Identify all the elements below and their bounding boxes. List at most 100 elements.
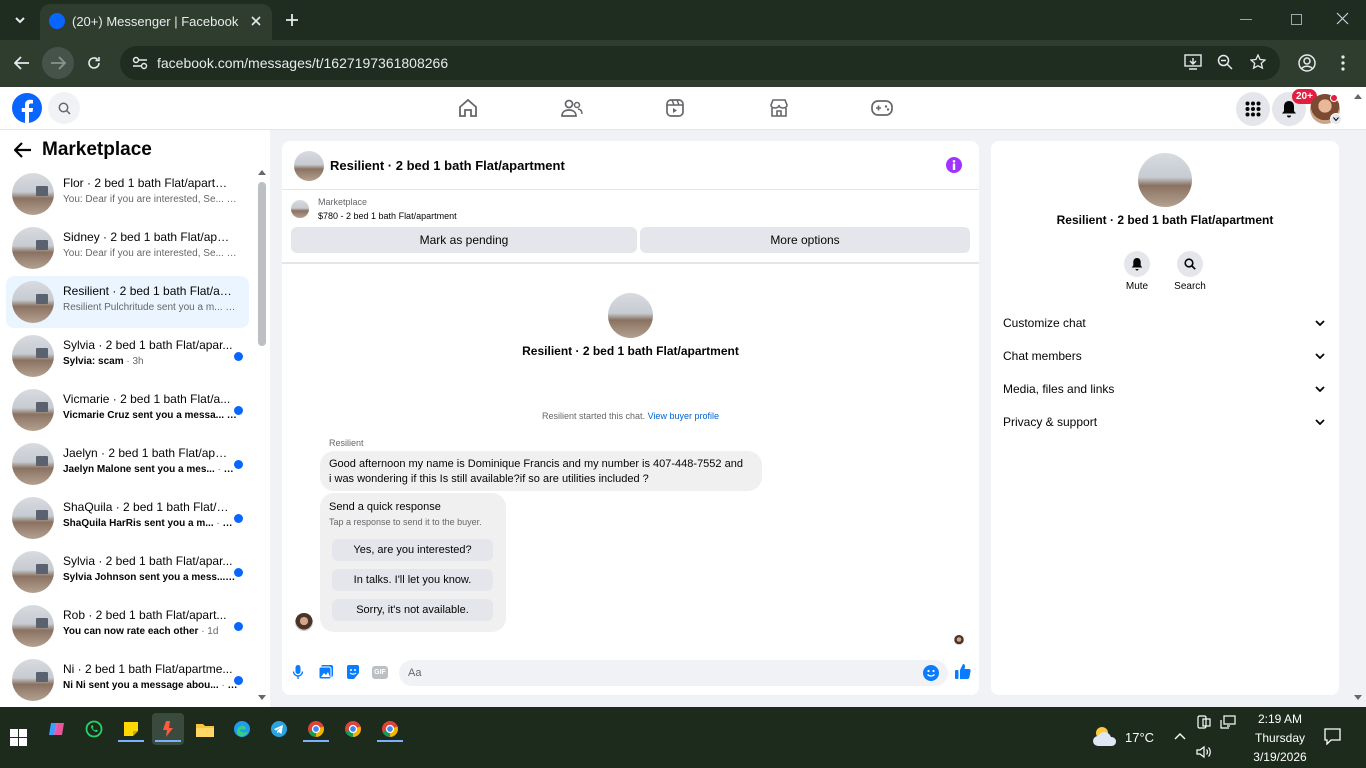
- listing-label: Marketplace: [318, 197, 368, 207]
- quick-response-subtitle: Tap a response to send it to the buyer.: [329, 517, 482, 527]
- install-app-icon[interactable]: [1184, 54, 1202, 70]
- menu-grid-icon[interactable]: [1236, 92, 1270, 126]
- gif-icon[interactable]: GIF: [372, 666, 388, 679]
- mute-bell-icon[interactable]: [1124, 251, 1150, 277]
- conversation-item[interactable]: Rob · 2 bed 1 bath Flat/apart... You can …: [6, 600, 249, 652]
- profile-icon[interactable]: [1298, 54, 1316, 72]
- conversation-snippet: Sylvia: scam: [63, 356, 124, 367]
- list-scrollbar[interactable]: [258, 182, 266, 346]
- more-options-button[interactable]: More options: [640, 227, 970, 253]
- search-label[interactable]: Search: [1165, 281, 1215, 292]
- new-tab-icon[interactable]: [276, 4, 308, 36]
- clock-day[interactable]: Thursday: [1240, 731, 1320, 745]
- restore-icon[interactable]: [1291, 14, 1302, 25]
- conversation-item[interactable]: Jaelyn · 2 bed 1 bath Flat/apar... Jaelyn…: [6, 438, 249, 490]
- microphone-icon[interactable]: [292, 664, 304, 680]
- file-explorer-icon[interactable]: [189, 713, 221, 745]
- windows-start-icon[interactable]: [2, 721, 34, 753]
- site-info-icon[interactable]: [132, 56, 148, 70]
- friends-icon[interactable]: [542, 88, 602, 128]
- info-icon[interactable]: [946, 157, 962, 173]
- unread-dot: [234, 568, 243, 577]
- section-label: Media, files and links: [1003, 382, 1115, 396]
- buyer-avatar[interactable]: [295, 613, 313, 631]
- tab-close-icon[interactable]: [246, 11, 266, 31]
- minimize-icon[interactable]: [1240, 19, 1252, 20]
- chrome-profile-icon[interactable]: [337, 713, 369, 745]
- quick-response-button[interactable]: Yes, are you interested?: [332, 539, 493, 561]
- windows-taskbar: 17°C 2:19 AM Thursday 3/19/2026: [0, 707, 1366, 768]
- conversation-avatar: [12, 281, 54, 323]
- conversation-avatar: [12, 389, 54, 431]
- facebook-logo-icon[interactable]: [12, 93, 42, 123]
- reload-icon[interactable]: [78, 47, 110, 79]
- chat-header-avatar[interactable]: [294, 151, 324, 181]
- view-buyer-profile-link[interactable]: View buyer profile: [648, 411, 719, 421]
- conversation-item[interactable]: Ni · 2 bed 1 bath Flat/apartme... Ni Ni s…: [6, 654, 249, 706]
- scroll-up-arrow-icon[interactable]: [258, 170, 266, 175]
- facebook-header: 20+: [0, 87, 1366, 130]
- facebook-search-icon[interactable]: [48, 92, 80, 124]
- phone-link-icon[interactable]: [1197, 715, 1211, 729]
- thumbs-up-icon[interactable]: [954, 663, 971, 680]
- conversation-item[interactable]: Flor · 2 bed 1 bath Flat/apartment You: D…: [6, 168, 249, 220]
- message-bubble[interactable]: Good afternoon my name is Dominique Fran…: [320, 451, 762, 491]
- conversation-snippet: Jaelyn Malone sent you a mes...: [63, 464, 215, 475]
- conversation-item[interactable]: Sidney · 2 bed 1 bath Flat/apart... You: …: [6, 222, 249, 274]
- browser-tab[interactable]: (20+) Messenger | Facebook: [40, 4, 272, 40]
- message-input[interactable]: Aa: [399, 660, 948, 686]
- quick-response-button[interactable]: In talks. I'll let you know.: [332, 569, 493, 591]
- page-scroll-down-icon[interactable]: [1354, 695, 1362, 700]
- sticker-icon[interactable]: [345, 664, 361, 680]
- bookmark-star-icon[interactable]: [1250, 54, 1266, 70]
- home-icon[interactable]: [438, 88, 498, 128]
- close-window-icon[interactable]: [1336, 12, 1349, 25]
- browser-menu-icon[interactable]: [1341, 55, 1345, 71]
- conversation-item[interactable]: Resilient · 2 bed 1 bath Flat/apa... Resi…: [6, 276, 249, 328]
- photo-icon[interactable]: [318, 664, 334, 680]
- back-icon[interactable]: [6, 47, 38, 79]
- edge-icon[interactable]: [226, 713, 258, 745]
- tray-chevron-up-icon[interactable]: [1174, 733, 1186, 740]
- video-icon[interactable]: [645, 88, 705, 128]
- gaming-icon[interactable]: [852, 88, 912, 128]
- page-scroll-up-icon[interactable]: [1354, 94, 1362, 99]
- tab-search-icon[interactable]: [4, 4, 36, 36]
- back-arrow-icon[interactable]: [14, 142, 32, 158]
- emoji-icon[interactable]: [923, 665, 939, 681]
- conversation-item[interactable]: Sylvia · 2 bed 1 bath Flat/apar... Sylvia…: [6, 330, 249, 382]
- section-chat-members[interactable]: Chat members: [1003, 341, 1331, 371]
- volume-icon[interactable]: [1196, 745, 1212, 759]
- network-icon[interactable]: [1220, 715, 1236, 729]
- conversation-avatar: [12, 443, 54, 485]
- search-icon[interactable]: [1177, 251, 1203, 277]
- conversation-preview: Resilient Pulchritude sent you a m... · …: [63, 302, 238, 313]
- section-media-files-links[interactable]: Media, files and links: [1003, 374, 1331, 404]
- conversation-avatar: [12, 605, 54, 647]
- clock-time[interactable]: 2:19 AM: [1240, 712, 1320, 726]
- telegram-icon[interactable]: [263, 713, 295, 745]
- scroll-down-arrow-icon[interactable]: [258, 695, 266, 700]
- conversation-item[interactable]: ShaQuila · 2 bed 1 bath Flat/a... ShaQuil…: [6, 492, 249, 544]
- conversation-item[interactable]: Sylvia · 2 bed 1 bath Flat/apar... Sylvia…: [6, 546, 249, 598]
- url-field[interactable]: facebook.com/messages/t/1627197361808266: [120, 46, 1280, 80]
- mute-label[interactable]: Mute: [1112, 281, 1162, 292]
- weather-cloud-icon[interactable]: [1092, 725, 1120, 747]
- whatsapp-icon[interactable]: [78, 713, 110, 745]
- forward-icon[interactable]: [42, 47, 74, 79]
- marketplace-icon[interactable]: [749, 88, 809, 128]
- copilot-icon[interactable]: [41, 713, 73, 745]
- listing-price[interactable]: $780 - 2 bed 1 bath Flat/apartment: [318, 211, 457, 221]
- conversation-item[interactable]: Vicmarie · 2 bed 1 bath Flat/a... Vicmari…: [6, 384, 249, 436]
- section-privacy-support[interactable]: Privacy & support: [1003, 407, 1331, 437]
- chat-title[interactable]: Resilient · 2 bed 1 bath Flat/apartment: [330, 158, 565, 173]
- account-chevron-icon[interactable]: [1330, 113, 1342, 125]
- clock-date[interactable]: 3/19/2026: [1240, 750, 1320, 764]
- quick-response-button[interactable]: Sorry, it's not available.: [332, 599, 493, 621]
- section-customize-chat[interactable]: Customize chat: [1003, 308, 1331, 338]
- notification-center-icon[interactable]: [1324, 728, 1341, 745]
- temperature[interactable]: 17°C: [1125, 730, 1154, 745]
- mark-as-pending-button[interactable]: Mark as pending: [291, 227, 637, 253]
- zoom-icon[interactable]: [1217, 54, 1233, 70]
- chat-intro-avatar: [608, 293, 653, 338]
